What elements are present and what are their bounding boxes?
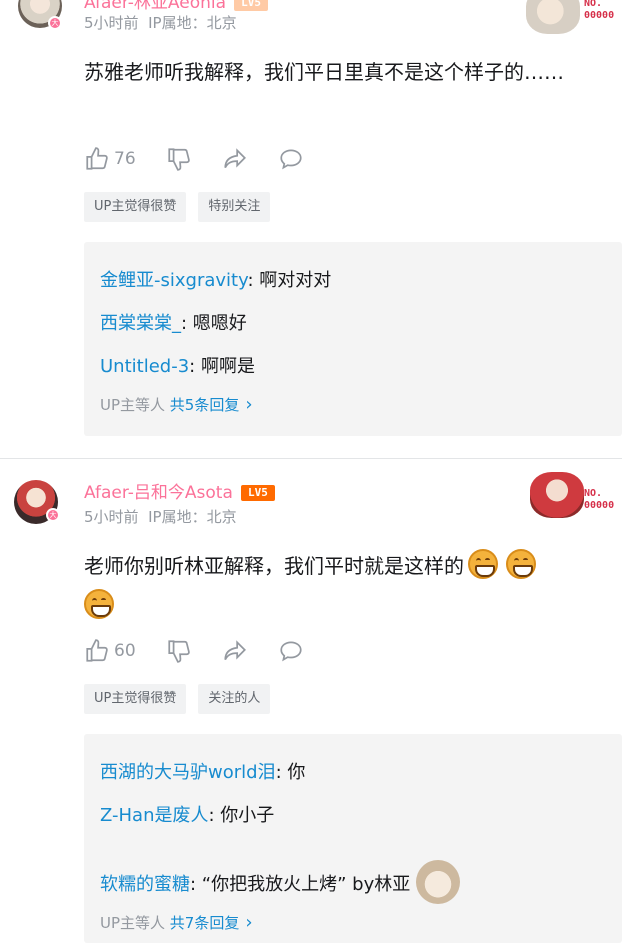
- comment-time: 5小时前: [84, 508, 139, 526]
- more-prefix: UP主等人: [100, 396, 170, 414]
- chevron-right-icon: ›: [245, 912, 253, 933]
- reply-text: : 你小子: [208, 805, 275, 826]
- share-icon: [224, 640, 246, 661]
- username[interactable]: Afaer-吕和今Asota LV5: [84, 478, 275, 503]
- chevron-right-icon: ›: [245, 394, 253, 415]
- thumbs-down-icon: [168, 148, 190, 171]
- view-more-replies[interactable]: UP主等人 共7条回复 ›: [100, 912, 253, 933]
- vip-badge-icon: 大: [48, 16, 62, 30]
- comment-time: 5小时前: [84, 14, 139, 32]
- reply-username[interactable]: Z-Han是废人: [100, 805, 208, 826]
- reply-count[interactable]: 共7条回复: [170, 914, 240, 932]
- grin-emoji-icon: [468, 549, 498, 579]
- decoration-number-badge: NO. 00000: [584, 488, 615, 511]
- more-prefix: UP主等人: [100, 914, 170, 932]
- username-text[interactable]: Afaer-吕和今Asota: [84, 483, 233, 503]
- tag-up-liked: UP主觉得很赞: [84, 192, 187, 222]
- reply-preview-box[interactable]: 金鲤亚-sixgravity: 啊对对对 西棠棠棠_: 嗯嗯好 Untitled…: [84, 242, 622, 436]
- like-count: 60: [114, 641, 136, 661]
- reply-text: : “你把我放火上烤” by林亚: [190, 874, 411, 895]
- comment-meta: 5小时前 IP属地：北京: [84, 12, 237, 33]
- thumbs-down-icon: [168, 640, 190, 663]
- comment-text: 苏雅老师听我解释，我们平日里真不是这个样子的……: [84, 60, 564, 84]
- view-more-replies[interactable]: UP主等人 共5条回复 ›: [100, 394, 253, 415]
- like-button[interactable]: 76: [84, 146, 136, 172]
- dislike-button[interactable]: [166, 146, 192, 172]
- reply-item[interactable]: 软糯的蜜糖: “你把我放火上烤” by林亚: [100, 860, 461, 904]
- comment-divider: [0, 458, 622, 459]
- grin-emoji-icon: [84, 589, 114, 619]
- ip-location: IP属地：北京: [148, 14, 237, 32]
- level-badge: LV5: [240, 485, 275, 501]
- vip-badge-icon: 大: [46, 508, 60, 522]
- reply-item[interactable]: Z-Han是废人: 你小子: [100, 801, 274, 827]
- comment-text-body: 老师你别听林亚解释，我们平时就是这样的: [84, 554, 464, 578]
- comment-bubble-icon: [280, 149, 302, 170]
- comment-tags: UP主觉得很赞 关注的人: [84, 684, 282, 714]
- reply-preview-box[interactable]: 西湖的大马驴world泪: 你 Z-Han是废人: 你小子 软糯的蜜糖: “你把…: [84, 734, 622, 943]
- reply-username[interactable]: 西棠棠棠_: [100, 313, 181, 334]
- thumbs-up-icon: [86, 147, 108, 170]
- comment-bubble-icon: [280, 641, 302, 662]
- reply-text: : 啊啊是: [189, 356, 255, 377]
- level-badge: LV5: [234, 0, 269, 11]
- sticker-emoji-icon: [416, 860, 461, 904]
- ip-location: IP属地：北京: [148, 508, 237, 526]
- reply-item[interactable]: 金鲤亚-sixgravity: 啊对对对: [100, 266, 331, 292]
- grin-emoji-icon: [506, 549, 536, 579]
- tag-followed: 关注的人: [198, 684, 271, 714]
- reply-username[interactable]: 软糯的蜜糖: [100, 874, 190, 895]
- reply-username[interactable]: 金鲤亚-sixgravity: [100, 270, 247, 291]
- decoration-avatar-icon: [530, 472, 584, 518]
- thumbs-up-icon: [86, 639, 108, 662]
- reply-button[interactable]: [278, 146, 304, 172]
- tag-special-follow: 特别关注: [198, 192, 271, 222]
- share-icon: [224, 148, 246, 169]
- comment-text: 老师你别听林亚解释，我们平时就是这样的: [84, 546, 620, 626]
- comment-actions: 76: [84, 146, 334, 172]
- reply-button[interactable]: [278, 638, 304, 664]
- like-count: 76: [114, 149, 136, 169]
- reply-text: : 嗯嗯好: [181, 313, 247, 334]
- comment-actions: 60: [84, 638, 334, 664]
- reply-text: : 你: [275, 762, 306, 783]
- tag-up-liked: UP主觉得很赞: [84, 684, 187, 714]
- reply-count[interactable]: 共5条回复: [170, 396, 240, 414]
- reply-text: : 啊对对对: [247, 270, 332, 291]
- share-button[interactable]: [222, 638, 248, 664]
- share-button[interactable]: [222, 146, 248, 172]
- like-button[interactable]: 60: [84, 638, 136, 664]
- comment-meta: 5小时前 IP属地：北京: [84, 506, 237, 527]
- decoration-number-badge: NO. 00000: [584, 0, 615, 21]
- reply-item[interactable]: 西棠棠棠_: 嗯嗯好: [100, 309, 247, 335]
- reply-username[interactable]: 西湖的大马驴world泪: [100, 762, 276, 783]
- dislike-button[interactable]: [166, 638, 192, 664]
- decoration-avatar-icon: [526, 0, 580, 34]
- reply-username[interactable]: Untitled-3: [100, 356, 189, 377]
- reply-item[interactable]: Untitled-3: 啊啊是: [100, 352, 255, 378]
- reply-item[interactable]: 西湖的大马驴world泪: 你: [100, 758, 305, 784]
- comment-tags: UP主觉得很赞 特别关注: [84, 192, 282, 222]
